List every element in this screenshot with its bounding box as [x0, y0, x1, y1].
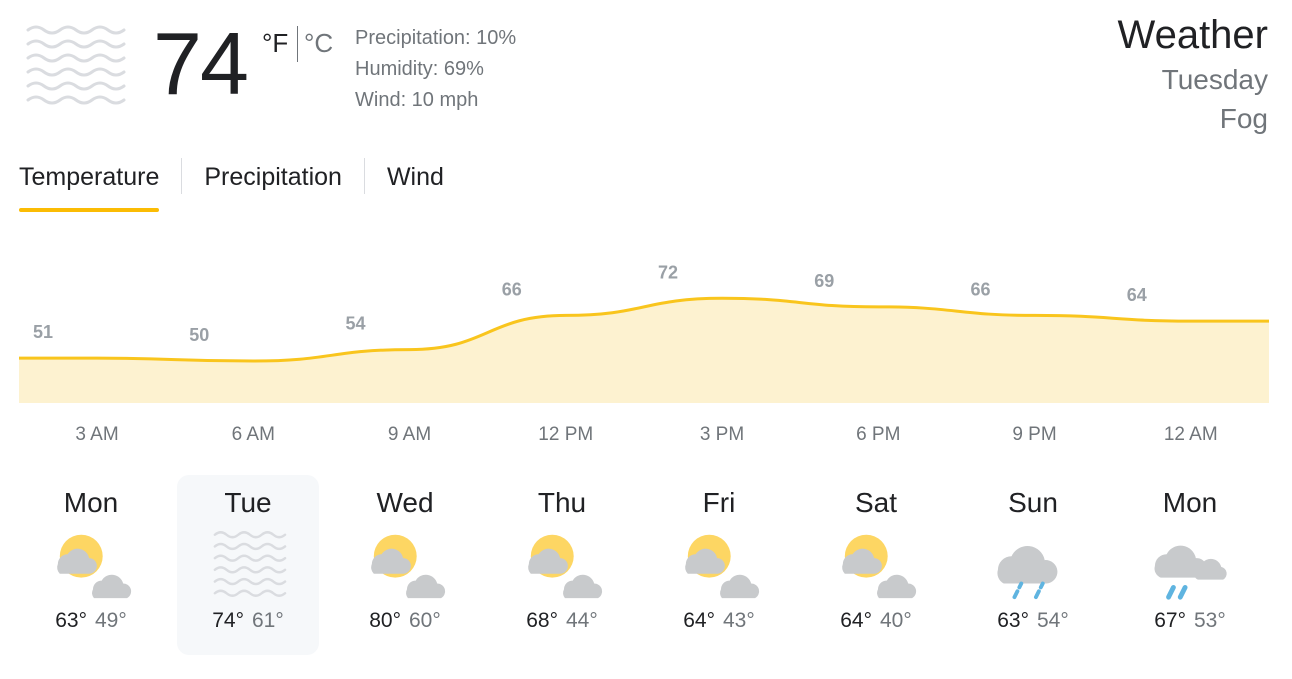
forecast-temps: 64° 40° [805, 609, 947, 633]
forecast-temps: 74° 61° [177, 609, 319, 633]
partly-cloudy-icon [371, 534, 446, 599]
forecast-high: 63° [55, 609, 87, 632]
chart-area-fill [19, 298, 1269, 403]
forecast-high: 80° [369, 609, 401, 632]
forecast-day-mon[interactable]: Mon 67° 53° [1119, 475, 1261, 655]
forecast-day-name: Sat [854, 487, 898, 518]
tab-bar: Temperature Precipitation Wind [19, 158, 444, 212]
chart-data-label: 72 [658, 262, 678, 282]
forecast-day-name: Thu [537, 487, 587, 518]
rain-icon [997, 545, 1058, 600]
current-details: Precipitation: 10% Humidity: 69% Wind: 1… [355, 23, 516, 116]
tab-temperature[interactable]: Temperature [19, 158, 160, 212]
fahrenheit-toggle[interactable]: °F [262, 28, 288, 59]
forecast-temps: 68° 44° [491, 609, 633, 633]
tab-divider [181, 158, 183, 194]
tab-wind[interactable]: Wind [387, 158, 444, 212]
chart-x-tick-label: 6 PM [856, 424, 901, 445]
forecast-high: 67° [1154, 609, 1186, 632]
chart-x-tick-label: 9 PM [1012, 424, 1057, 445]
partly-cloudy-icon [685, 534, 760, 599]
wind-text: Wind: 10 mph [355, 89, 479, 111]
chart-data-label: 66 [971, 279, 991, 299]
chart-x-tick-label: 3 AM [75, 424, 119, 445]
forecast-day-name: Fri [702, 487, 736, 518]
chart-x-tick-label: 12 PM [538, 424, 594, 445]
forecast-high: 64° [840, 609, 872, 632]
forecast-day-name: Mon [1162, 487, 1218, 518]
weather-header: Weather Tuesday Fog [1118, 10, 1268, 138]
forecast-day-thu[interactable]: Thu 68° 44° [491, 475, 633, 655]
humidity-text: Humidity: 69% [355, 58, 484, 80]
forecast-day-wed[interactable]: Wed 80° 60° [334, 475, 476, 655]
forecast-day-name: Tue [224, 487, 272, 518]
chart-data-label: 54 [346, 314, 366, 334]
forecast-day-name: Mon [63, 487, 119, 518]
forecast-temps: 64° 43° [648, 609, 790, 633]
unit-divider [297, 26, 298, 62]
forecast-low: 44° [566, 609, 598, 632]
forecast-high: 74° [212, 609, 244, 632]
partly-cloudy-icon [528, 534, 603, 599]
chart-data-label: 64 [1127, 285, 1147, 305]
forecast-day-name: Sun [1008, 487, 1058, 518]
chart-x-tick-label: 12 AM [1163, 424, 1218, 445]
forecast-low: 60° [409, 609, 441, 632]
chart-data-label: 66 [502, 279, 522, 299]
fog-icon [26, 25, 126, 105]
chart-data-label: 69 [814, 271, 834, 291]
showers-icon [1154, 545, 1227, 600]
forecast-day-sat[interactable]: Sat 64° 40° [805, 475, 947, 655]
celsius-toggle[interactable]: °C [304, 28, 333, 59]
forecast-day-sun[interactable]: Sun 63° 54° [962, 475, 1104, 655]
page-title: Weather [1117, 13, 1268, 57]
forecast-day-tue[interactable]: Tue 74° 61° [177, 475, 319, 655]
current-condition: Fog [1219, 103, 1268, 134]
forecast-low: 40° [880, 609, 912, 632]
tab-precipitation[interactable]: Precipitation [204, 158, 342, 212]
forecast-low: 43° [723, 609, 755, 632]
forecast-temps: 63° 49° [20, 609, 162, 633]
forecast-day-fri[interactable]: Fri 64° 43° [648, 475, 790, 655]
chart-data-label: 50 [189, 325, 209, 345]
chart-x-tick-label: 3 PM [699, 424, 745, 445]
chart-x-tick-label: 6 AM [231, 424, 275, 445]
forecast-high: 63° [997, 609, 1029, 632]
forecast-temps: 80° 60° [334, 609, 476, 633]
fog-icon [213, 531, 287, 597]
forecast-low: 54° [1037, 609, 1069, 632]
forecast-day-mon[interactable]: Mon 63° 49° [20, 475, 162, 655]
current-temperature: 74 [153, 14, 249, 113]
forecast-temps: 63° 54° [962, 609, 1104, 633]
forecast-low: 61° [252, 609, 284, 632]
forecast-low: 49° [95, 609, 127, 632]
tab-divider [363, 158, 365, 194]
chart-data-label: 51 [33, 322, 53, 342]
forecast-high: 68° [526, 609, 558, 632]
chart-x-tick-label: 9 AM [387, 424, 432, 445]
forecast-low: 53° [1194, 609, 1226, 632]
forecast-temps: 67° 53° [1119, 609, 1261, 633]
partly-cloudy-icon [57, 534, 132, 599]
current-day: Tuesday [1161, 64, 1268, 95]
partly-cloudy-icon [842, 534, 917, 599]
forecast-day-name: Wed [376, 487, 434, 518]
forecast-high: 64° [683, 609, 715, 632]
temperature-chart: 51 50 54 66 72 69 66 64 [19, 262, 1269, 403]
precipitation-text: Precipitation: 10% [355, 27, 517, 49]
